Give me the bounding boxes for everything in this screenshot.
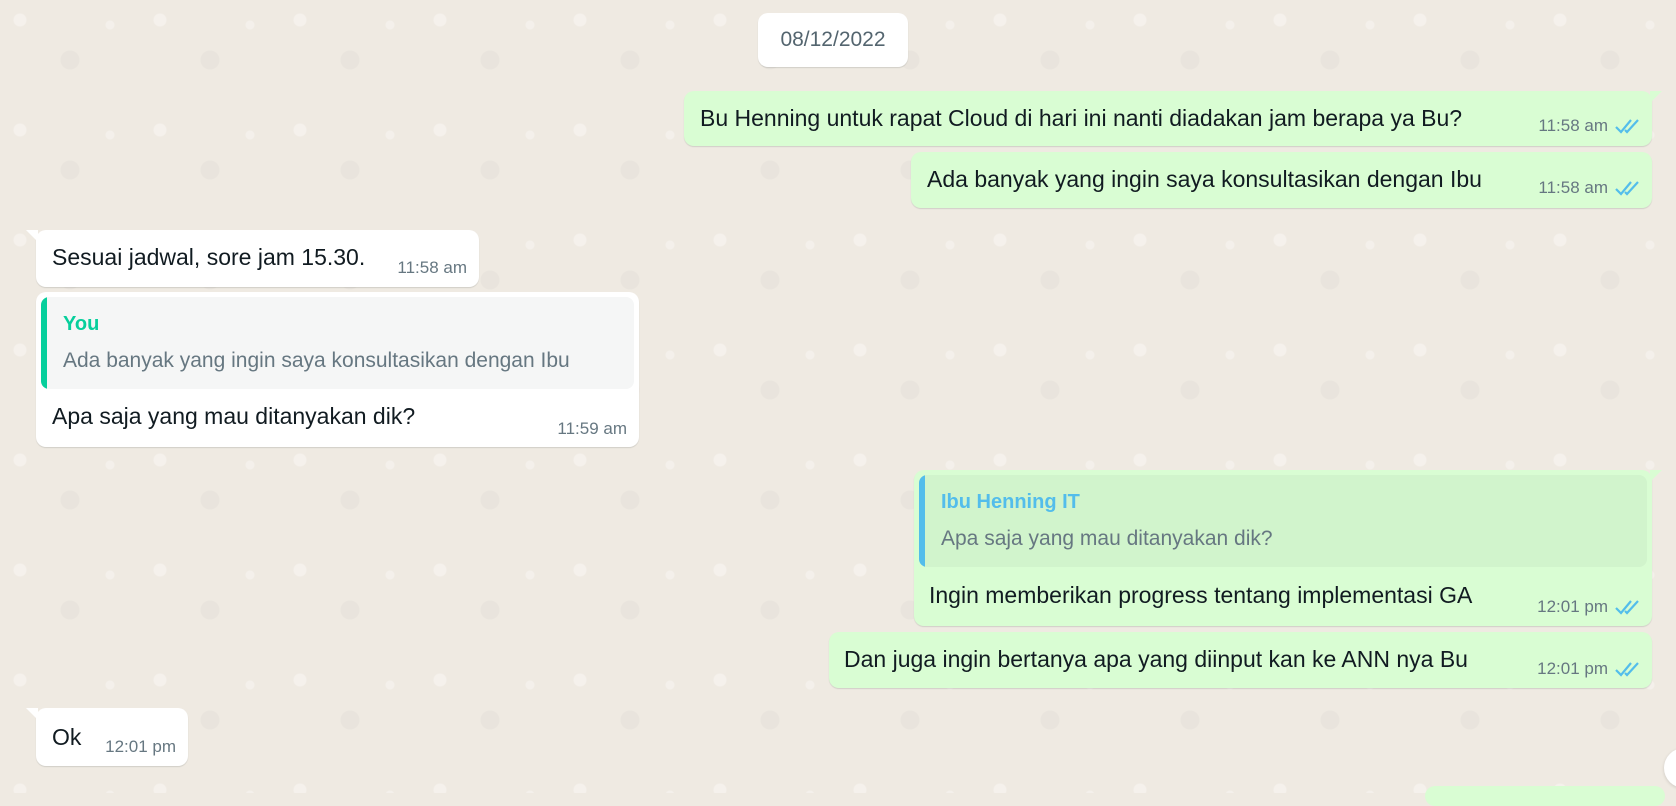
message-outgoing-partial[interactable] xyxy=(1425,786,1665,806)
message-text: Ada banyak yang ingin saya konsultasikan… xyxy=(927,166,1482,192)
message-text: Ingin memberikan progress tentang implem… xyxy=(929,582,1473,608)
message-time: 11:58 am xyxy=(1538,116,1608,135)
message-text: Ok xyxy=(52,724,82,750)
message-meta: 11:59 am xyxy=(557,419,627,439)
quote-bar xyxy=(41,297,47,389)
message-outgoing[interactable]: Bu Henning untuk rapat Cloud di hari ini… xyxy=(684,91,1662,146)
quote-text: Ada banyak yang ingin saya konsultasikan… xyxy=(63,349,570,372)
quote-author: You xyxy=(63,313,100,335)
double-check-icon xyxy=(1615,662,1639,677)
message-text: Dan juga ingin bertanya apa yang diinput… xyxy=(844,646,1468,672)
message-outgoing[interactable]: Dan juga ingin bertanya apa yang diinput… xyxy=(829,632,1652,688)
message-time: 11:58 am xyxy=(397,258,467,277)
quoted-message[interactable]: Ibu Henning IT Apa saja yang mau ditanya… xyxy=(919,475,1647,567)
message-time: 12:01 pm xyxy=(1537,597,1608,616)
quote-author: Ibu Henning IT xyxy=(941,491,1080,513)
message-meta: 12:01 pm xyxy=(1537,659,1642,679)
message-time: 12:01 pm xyxy=(1537,659,1608,678)
double-check-icon xyxy=(1615,600,1639,615)
double-check-icon xyxy=(1615,181,1639,196)
message-meta: 12:01 pm xyxy=(105,737,176,757)
message-incoming-reply[interactable]: You Ada banyak yang ingin saya konsultas… xyxy=(36,292,639,447)
message-time: 11:58 am xyxy=(1538,178,1608,197)
message-text: Apa saja yang mau ditanyakan dik? xyxy=(52,403,416,429)
message-time: 11:59 am xyxy=(557,419,627,438)
message-outgoing-reply[interactable]: Ibu Henning IT Apa saja yang mau ditanya… xyxy=(914,470,1662,626)
message-outgoing[interactable]: Ada banyak yang ingin saya konsultasikan… xyxy=(911,152,1652,208)
message-meta: 11:58 am xyxy=(1538,178,1642,198)
date-separator: 08/12/2022 xyxy=(758,13,908,67)
quote-text: Apa saja yang mau ditanyakan dik? xyxy=(941,527,1273,550)
message-time: 12:01 pm xyxy=(105,737,176,756)
message-incoming[interactable]: Sesuai jadwal, sore jam 15.30. 11:58 am xyxy=(26,230,479,287)
double-check-icon xyxy=(1615,119,1639,134)
message-meta: 11:58 am xyxy=(1538,116,1642,136)
message-incoming[interactable]: Ok 12:01 pm xyxy=(26,708,188,766)
message-meta: 11:58 am xyxy=(397,258,467,278)
quote-bar xyxy=(919,475,925,567)
message-text: Bu Henning untuk rapat Cloud di hari ini… xyxy=(700,105,1463,131)
message-meta: 12:01 pm xyxy=(1537,597,1642,617)
quoted-message[interactable]: You Ada banyak yang ingin saya konsultas… xyxy=(41,297,634,389)
message-text: Sesuai jadwal, sore jam 15.30. xyxy=(52,244,366,270)
